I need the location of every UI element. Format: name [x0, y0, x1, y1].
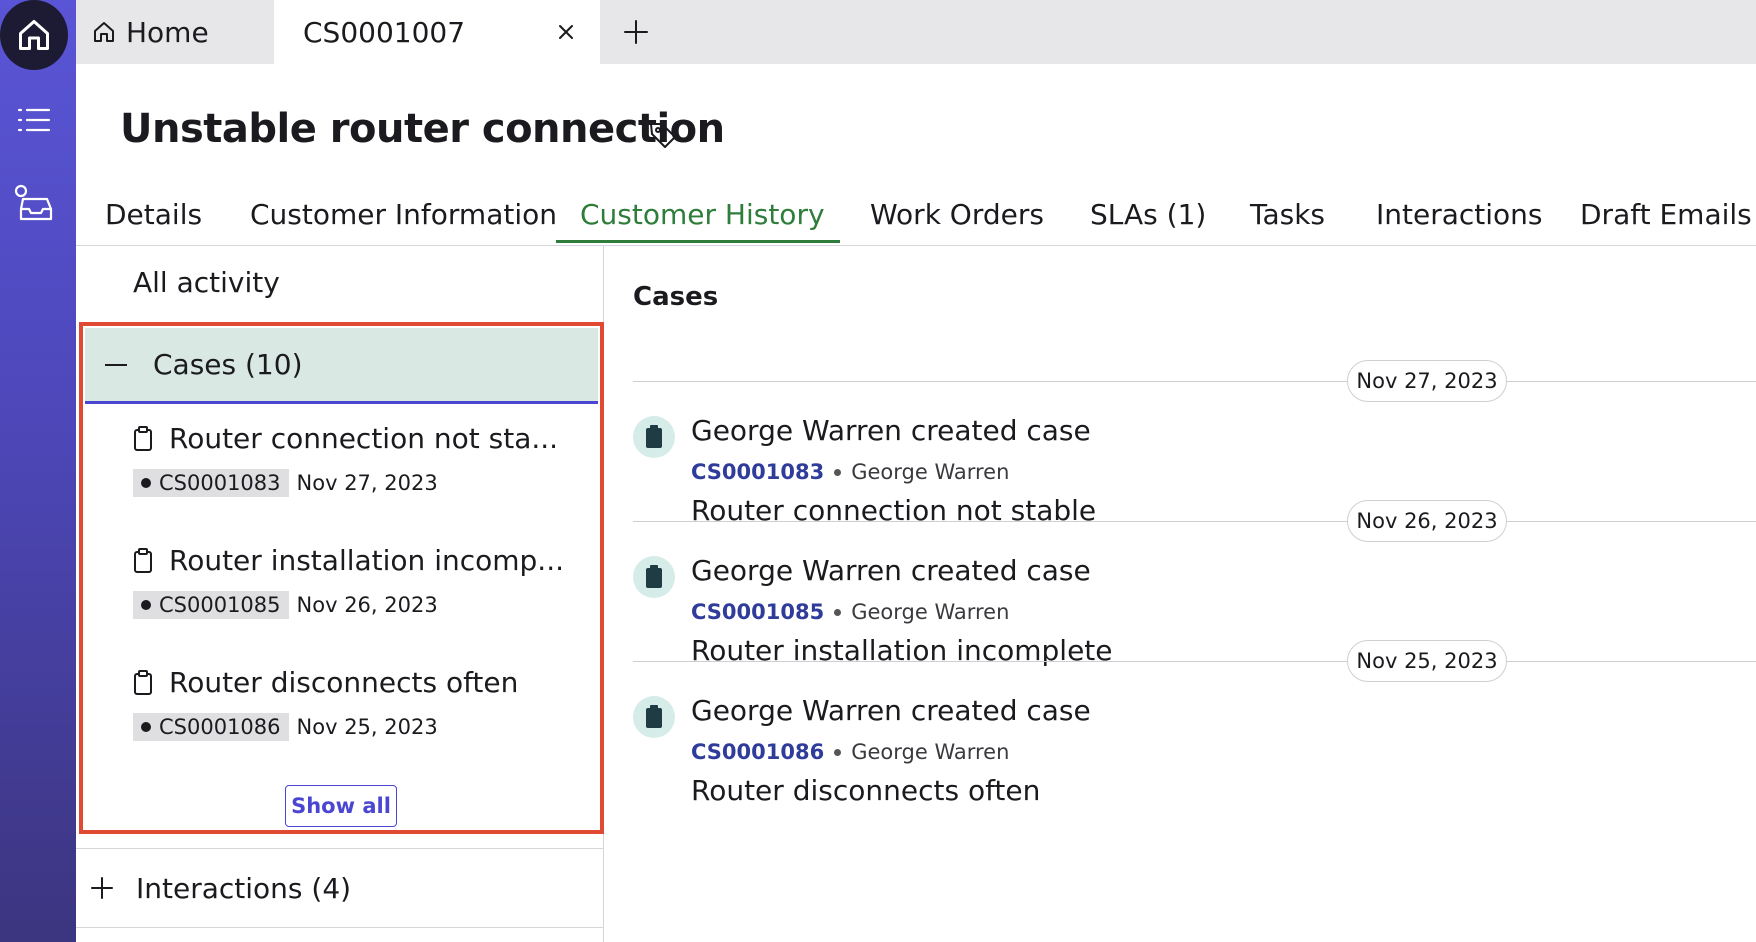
- status-dot: [141, 722, 151, 732]
- date-chip: Nov 27, 2023: [1347, 360, 1507, 402]
- tab-home[interactable]: Home: [92, 0, 209, 64]
- status-dot: [141, 478, 151, 488]
- cases-header-label: Cases (10): [153, 348, 303, 381]
- case-number: CS0001086: [159, 715, 281, 739]
- case-list-item[interactable]: Router disconnects often CS0001086 Nov 2…: [133, 666, 518, 741]
- case-number-link[interactable]: CS0001085: [691, 600, 824, 624]
- case-title: Router installation incomp...: [169, 544, 564, 577]
- date-separator-line: [633, 661, 1756, 662]
- tab-work-orders[interactable]: Work Orders: [870, 198, 1044, 231]
- case-avatar: [633, 416, 675, 458]
- rail-list-button[interactable]: [8, 94, 60, 146]
- entry-author: George Warren: [851, 740, 1010, 764]
- case-number-link[interactable]: CS0001083: [691, 460, 824, 484]
- cases-section: Cases (10) Router connection not sta... …: [79, 322, 604, 834]
- left-rail: [0, 0, 76, 942]
- case-date: Nov 27, 2023: [296, 471, 438, 495]
- case-avatar: [633, 696, 675, 738]
- case-number-link[interactable]: CS0001086: [691, 740, 824, 764]
- entry-title: George Warren created case: [691, 414, 1091, 447]
- interactions-section-header[interactable]: Interactions (4): [76, 848, 604, 928]
- tab-home-label: Home: [126, 15, 209, 49]
- case-number: CS0001085: [159, 593, 281, 617]
- case-avatar: [633, 556, 675, 598]
- collapse-icon: [105, 363, 127, 366]
- record-title: Unstable router connection: [120, 106, 725, 152]
- case-date: Nov 25, 2023: [296, 715, 438, 739]
- all-activity-item[interactable]: All activity: [133, 266, 280, 299]
- date-separator-line: [633, 381, 1756, 382]
- workspace-tab-bar: Home CS0001007: [76, 0, 1756, 64]
- record-tabs: Details Customer Information Customer Hi…: [76, 186, 1756, 246]
- separator-dot: [834, 748, 842, 756]
- entry-title: George Warren created case: [691, 554, 1091, 587]
- add-tab-button[interactable]: [616, 12, 656, 52]
- clipboard-icon: [134, 547, 152, 573]
- case-list-item[interactable]: Router installation incomp... CS0001085 …: [133, 544, 564, 619]
- entry-author: George Warren: [851, 460, 1010, 484]
- case-number-badge: CS0001086: [133, 713, 289, 741]
- tab-details[interactable]: Details: [105, 198, 202, 231]
- entry-meta: CS0001086 George Warren: [691, 740, 1009, 764]
- clipboard-icon: [134, 425, 152, 451]
- date-separator-line: [633, 521, 1756, 522]
- plus-icon: [624, 20, 648, 44]
- separator-dot: [834, 608, 842, 616]
- interactions-header-label: Interactions (4): [136, 871, 352, 905]
- tab-tasks[interactable]: Tasks: [1250, 198, 1325, 231]
- entry-description: Router disconnects often: [691, 774, 1041, 807]
- separator-dot: [834, 468, 842, 476]
- case-title: Router disconnects often: [169, 666, 519, 699]
- tag-icon[interactable]: [648, 120, 678, 150]
- tab-slas[interactable]: SLAs (1): [1090, 198, 1206, 231]
- clipboard-icon: [646, 705, 662, 728]
- inbox-icon: [14, 184, 53, 221]
- timeline-title: Cases: [633, 282, 719, 312]
- entry-description: Router connection not stable: [691, 494, 1097, 527]
- tab-customer-information[interactable]: Customer Information: [250, 198, 557, 231]
- entry-meta: CS0001083 George Warren: [691, 460, 1009, 484]
- tab-case-record[interactable]: CS0001007: [274, 0, 600, 64]
- status-dot: [141, 600, 151, 610]
- clipboard-icon: [646, 565, 662, 588]
- case-title: Router connection not sta...: [169, 422, 559, 455]
- rail-home-button[interactable]: [0, 0, 68, 70]
- clipboard-icon: [134, 669, 152, 695]
- cases-section-header[interactable]: Cases (10): [85, 328, 598, 404]
- clipboard-icon: [646, 425, 662, 448]
- entry-title: George Warren created case: [691, 694, 1091, 727]
- case-date: Nov 26, 2023: [296, 593, 438, 617]
- tab-case-label: CS0001007: [303, 15, 466, 49]
- case-list-item[interactable]: Router connection not sta... CS0001083 N…: [133, 422, 558, 497]
- date-chip: Nov 25, 2023: [1347, 640, 1507, 682]
- expand-icon: [91, 877, 113, 899]
- entry-author: George Warren: [851, 600, 1010, 624]
- entry-description: Router installation incomplete: [691, 634, 1113, 667]
- entry-meta: CS0001085 George Warren: [691, 600, 1009, 624]
- case-number-badge: CS0001085: [133, 591, 289, 619]
- tab-draft-emails[interactable]: Draft Emails: [1580, 198, 1752, 231]
- case-number-badge: CS0001083: [133, 469, 289, 497]
- tab-interactions[interactable]: Interactions: [1376, 198, 1543, 231]
- tab-close-button[interactable]: [554, 20, 578, 44]
- active-tab-indicator: [556, 240, 840, 243]
- tab-customer-history[interactable]: Customer History: [580, 198, 825, 231]
- case-number: CS0001083: [159, 471, 281, 495]
- home-icon: [19, 20, 49, 50]
- home-icon: [94, 22, 114, 42]
- show-all-button[interactable]: Show all: [285, 785, 397, 827]
- list-icon: [17, 108, 51, 132]
- close-icon: [559, 25, 573, 39]
- history-filter-pane: All activity Cases (10) Router connectio…: [76, 246, 604, 942]
- date-chip: Nov 26, 2023: [1347, 500, 1507, 542]
- rail-inbox-button[interactable]: [8, 178, 60, 230]
- history-timeline-pane: Cases Nov 27, 2023 George Warren created…: [605, 246, 1756, 942]
